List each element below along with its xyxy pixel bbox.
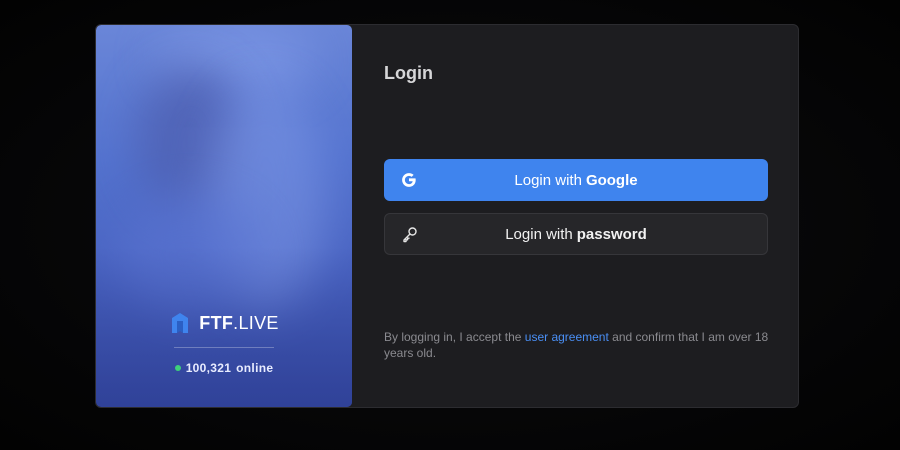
login-password-button[interactable]: Login with password <box>384 213 768 255</box>
terms-text: By logging in, I accept the user agreeme… <box>384 329 774 361</box>
login-panel: Login Login with Google Login with passw… <box>352 25 798 407</box>
brand-logo-icon <box>172 313 189 333</box>
login-google-bold: Google <box>585 171 638 189</box>
brand-name: FTF.LIVE <box>199 313 278 334</box>
online-count-label: online <box>236 361 274 375</box>
login-modal: FTF.LIVE 100,321 online Login Login with… <box>95 24 799 408</box>
google-g-icon <box>400 171 418 189</box>
brand-logo-group: FTF.LIVE <box>96 311 352 335</box>
login-password-prefix: Login with <box>505 225 573 243</box>
page-title: Login <box>384 63 433 83</box>
login-google-button[interactable]: Login with Google <box>384 159 768 201</box>
online-status-dot-icon <box>174 365 181 371</box>
login-google-label: Login with Google <box>514 172 637 189</box>
login-google-prefix: Login with <box>514 171 582 189</box>
key-icon <box>401 225 419 243</box>
login-password-label: Login with password <box>505 226 647 243</box>
user-agreement-link[interactable]: user agreement <box>525 330 609 344</box>
online-count: 100,321 online <box>96 361 352 375</box>
online-count-value: 100,321 <box>185 361 232 375</box>
login-password-bold: password <box>576 225 647 243</box>
brand-name-rest: .LIVE <box>233 312 279 333</box>
brand-divider <box>174 347 274 348</box>
promo-panel: FTF.LIVE 100,321 online <box>96 25 352 407</box>
terms-before: By logging in, I accept the <box>384 330 522 344</box>
brand-name-bold: FTF <box>199 312 234 333</box>
